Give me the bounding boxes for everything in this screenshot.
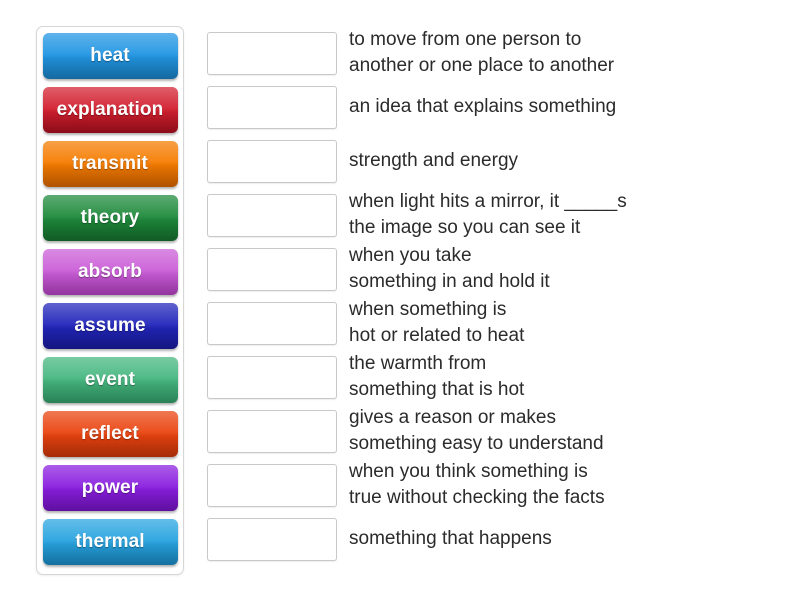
word-tile-label: reflect [81, 423, 139, 444]
word-tile[interactable]: theory [42, 195, 178, 241]
drop-zone[interactable] [207, 85, 337, 129]
definition-text: strength and energy [349, 150, 519, 171]
drop-zone[interactable] [207, 517, 337, 561]
definition-text: when something is hot or related to heat [349, 299, 525, 346]
match-row: something that happens [207, 512, 767, 566]
definition-text: an idea that explains something [349, 96, 617, 117]
drop-zone[interactable] [207, 247, 337, 291]
definition-text: when you take something in and hold it [349, 245, 550, 292]
match-row: to move from one person to another or on… [207, 26, 767, 80]
word-tile-label: event [84, 369, 136, 390]
definition-text: to move from one person to another or on… [349, 29, 615, 76]
definition-text: gives a reason or makes something easy t… [349, 407, 604, 454]
match-rows-list: to move from one person to another or on… [207, 26, 767, 566]
match-row: when light hits a mirror, it _____s the … [207, 188, 767, 242]
word-tile[interactable]: transmit [42, 141, 178, 187]
word-tile-label: absorb [78, 261, 142, 282]
word-tile[interactable]: assume [42, 303, 178, 349]
word-tile-tray: heat explanation transmit theory absorb assum… [36, 26, 184, 575]
drop-zone[interactable] [207, 409, 337, 453]
word-tile[interactable]: thermal [42, 519, 178, 565]
definition-text: the warmth from something that is hot [349, 353, 525, 400]
word-tile-label: transmit [72, 153, 148, 174]
drop-zone[interactable] [207, 355, 337, 399]
word-tile[interactable]: event [42, 357, 178, 403]
drop-zone[interactable] [207, 463, 337, 507]
drop-zone[interactable] [207, 139, 337, 183]
word-tile-label: power [81, 477, 139, 498]
match-row: when something is hot or related to heat [207, 296, 767, 350]
match-row: an idea that explains something [207, 80, 767, 134]
definition-text: something that happens [349, 528, 552, 549]
definition-text: when light hits a mirror, it _____s the … [349, 191, 627, 238]
word-tile[interactable]: heat [42, 33, 178, 79]
match-row: gives a reason or makes something easy t… [207, 404, 767, 458]
drop-zone[interactable] [207, 193, 337, 237]
drop-zone[interactable] [207, 301, 337, 345]
word-tile[interactable]: power [42, 465, 178, 511]
word-tile-label: heat [90, 45, 130, 66]
word-tile-label: theory [80, 207, 140, 228]
definition-text: when you think something is true without… [349, 461, 605, 508]
match-row: the warmth from something that is hot [207, 350, 767, 404]
word-tile[interactable]: absorb [42, 249, 178, 295]
word-tile-label: assume [74, 315, 146, 336]
word-tile-label: explanation [56, 99, 164, 120]
drop-zone[interactable] [207, 31, 337, 75]
match-row: when you think something is true without… [207, 458, 767, 512]
word-tile-label: thermal [75, 531, 145, 552]
match-row: when you take something in and hold it [207, 242, 767, 296]
match-up-activity: heat explanation transmit theory absorb assum… [0, 0, 800, 600]
match-row: strength and energy [207, 134, 767, 188]
word-tile[interactable]: explanation [42, 87, 178, 133]
word-tile[interactable]: reflect [42, 411, 178, 457]
